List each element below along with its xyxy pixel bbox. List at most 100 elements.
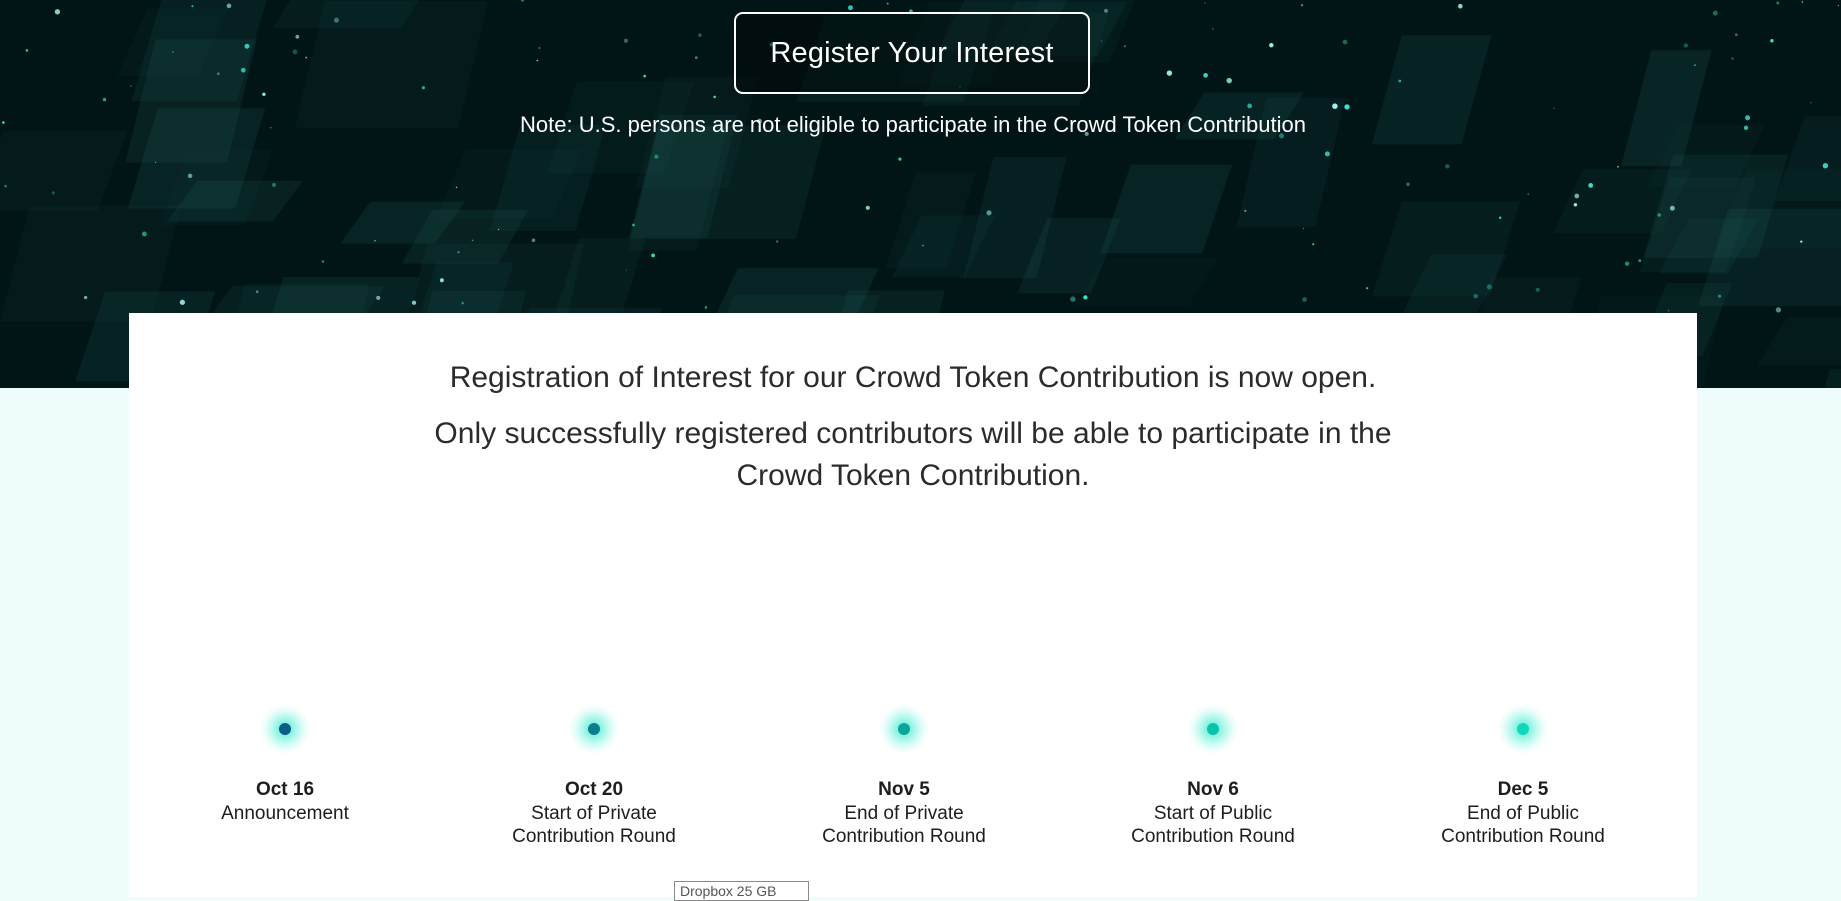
star [1667,309,1670,312]
star [1324,151,1330,157]
star [1083,295,1088,300]
milestone-label: Announcement [221,803,349,824]
star [1734,33,1738,37]
star [538,47,541,49]
star [187,173,193,179]
milestone-private-start: Oct 20 Start of Private Contribution Rou… [464,778,724,848]
star [4,184,8,188]
star [1473,293,1479,299]
star [1212,28,1214,30]
star [632,223,635,227]
star [374,239,376,242]
star [1527,193,1530,196]
star [1693,64,1696,67]
star [1312,243,1315,246]
star [713,95,716,99]
star [321,260,325,263]
star [376,295,381,300]
star [51,191,55,195]
star [1203,72,1208,78]
star [623,38,629,43]
star [54,9,61,15]
star [1269,42,1274,48]
star [694,56,698,60]
milestone-dot [1517,723,1529,735]
star [536,59,539,62]
star [1731,57,1734,60]
star [1070,296,1076,302]
timeline: Oct 16 Announcement Oct 20 Start of Priv… [129,313,1697,897]
star [1683,43,1688,48]
milestone-label: End of Private Contribution Round [822,803,986,847]
milestone-announcement: Oct 16 Announcement [155,778,415,825]
star [1445,164,1450,169]
star [520,0,525,2]
star [154,161,157,164]
star [1226,77,1232,84]
star [1166,70,1173,76]
registration-card: Registration of Interest for our Crowd T… [129,313,1697,897]
background-tile [0,131,128,211]
star [698,33,702,37]
star [776,240,779,243]
star [217,72,220,75]
star [130,85,132,88]
star [83,295,88,300]
star [921,244,924,247]
star [651,253,655,258]
milestone-date: Nov 5 [878,779,930,800]
star [1458,3,1463,9]
star [1588,183,1594,188]
star [295,34,300,39]
background-tile [1824,369,1841,388]
star [1657,213,1661,217]
star [141,231,147,237]
star [1718,294,1722,298]
star [305,56,308,59]
star [1344,104,1350,110]
star [1822,163,1829,169]
milestone-label: Start of Private Contribution Round [512,803,676,847]
star [457,251,460,254]
star [865,205,870,210]
star [1810,101,1812,104]
star [1498,216,1502,220]
star [1398,79,1402,83]
dropbox-tooltip: Dropbox 25 GB [674,881,809,901]
star [1244,209,1247,213]
milestone-public-start: Nov 6 Start of Public Contribution Round [1083,778,1343,848]
star [1837,4,1840,7]
star [1617,166,1619,168]
star [704,306,707,310]
star [643,74,647,78]
star [439,278,444,283]
milestone-date: Nov 6 [1187,779,1239,800]
milestone-date: Oct 20 [564,779,624,800]
star [244,43,250,49]
star [262,92,266,97]
star [886,2,889,5]
star [1332,103,1338,109]
star [848,5,853,11]
star [411,300,417,305]
milestone-label: End of Public Contribution Round [1441,803,1605,847]
star [1669,205,1675,211]
star [1535,287,1540,293]
star [654,154,659,159]
star [986,210,992,216]
background-tile [1100,164,1233,254]
register-interest-button[interactable]: Register Your Interest [734,12,1090,94]
star [898,157,902,161]
star [625,269,628,271]
star [1302,297,1307,302]
star [461,302,464,305]
star [240,67,246,73]
star [1247,103,1252,109]
star [102,97,107,102]
star [1406,182,1410,186]
milestone-dot [1207,723,1219,735]
star [1801,1,1804,3]
star [1486,284,1493,290]
us-persons-note: Note: U.S. persons are not eligible to p… [520,112,1306,137]
milestone-date: Oct 16 [255,779,315,800]
